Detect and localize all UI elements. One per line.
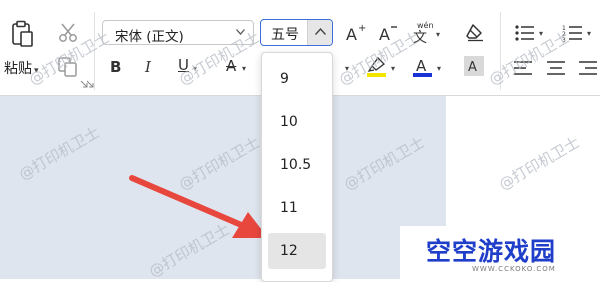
align-center-icon[interactable]	[546, 60, 566, 76]
chevron-down-icon[interactable]: ▾	[436, 30, 440, 39]
grow-font-icon[interactable]: A +	[345, 22, 367, 44]
clipboard-icon	[12, 20, 33, 47]
dialog-launcher-icon[interactable]	[86, 80, 94, 88]
font-size-value: 五号	[271, 27, 299, 43]
font-size-option[interactable]: 10	[268, 104, 326, 140]
bold-icon[interactable]: B	[110, 60, 121, 75]
chevron-down-icon[interactable]: ▾	[437, 64, 441, 73]
logo-url: WWW.CCKOKO.COM	[472, 265, 556, 273]
logo-title: 空空游戏园	[426, 237, 557, 266]
bullet-list-icon[interactable]	[514, 24, 536, 42]
font-size-dropdown-toggle[interactable]	[307, 20, 332, 45]
character-shading-icon[interactable]: A	[464, 56, 484, 76]
align-right-icon[interactable]	[577, 60, 597, 76]
font-size-option[interactable]: 9	[268, 61, 326, 97]
svg-text:+: +	[358, 23, 366, 34]
svg-text:A: A	[416, 57, 427, 75]
chevron-down-icon[interactable]: ▾	[587, 29, 591, 38]
site-logo: 空空游戏园 WWW.CCKOKO.COM	[400, 226, 600, 279]
svg-text:wén: wén	[417, 20, 434, 30]
svg-text:A: A	[468, 60, 477, 75]
font-size-select[interactable]: 五号	[260, 19, 333, 46]
clear-formatting-icon[interactable]	[465, 22, 485, 42]
chevron-up-icon	[315, 28, 326, 35]
chevron-down-icon[interactable]: ▾	[391, 64, 395, 73]
font-size-option[interactable]: 10.5	[268, 147, 326, 183]
font-size-dropdown: 9 10 10.5 11 12	[261, 52, 333, 282]
annotation-arrow-icon	[129, 175, 268, 238]
font-name-value: 宋体 (正文)	[115, 29, 184, 45]
italic-icon[interactable]: I	[145, 60, 151, 75]
font-size-option[interactable]: 11	[268, 190, 326, 226]
font-color-icon[interactable]: A	[412, 56, 434, 78]
font-size-option-highlighted[interactable]: 12	[268, 233, 326, 269]
chevron-down-icon[interactable]: ▾	[242, 64, 246, 73]
svg-text:A: A	[346, 25, 357, 44]
